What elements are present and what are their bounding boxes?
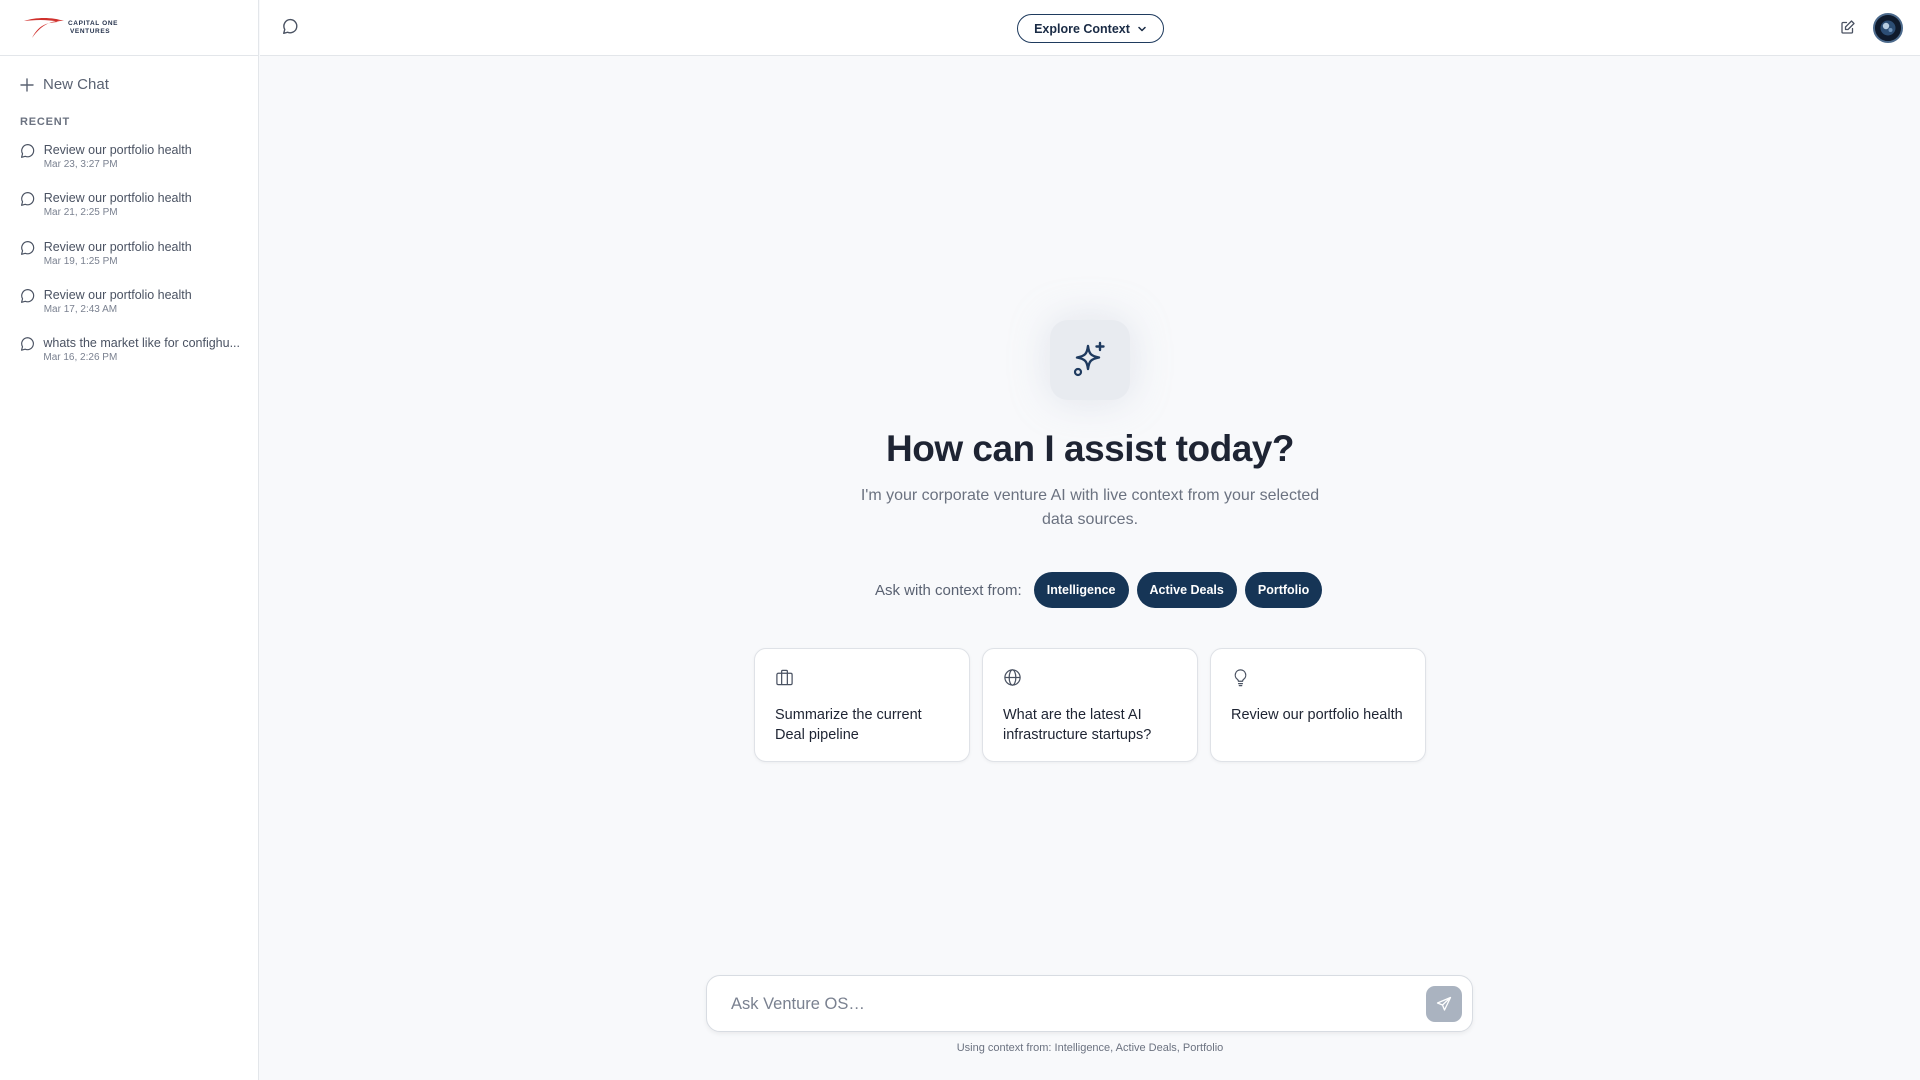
new-chat-label: New Chat: [43, 76, 109, 93]
history-item-date: Mar 17, 2:43 AM: [43, 304, 118, 315]
chevron-down-icon: [1138, 26, 1146, 31]
logo-swoosh-icon: [24, 18, 64, 38]
history-item-date: Mar 21, 2:25 PM: [43, 207, 118, 218]
top-bar: Explore Context: [260, 0, 1920, 56]
suggestion-card-portfolio-health[interactable]: Review our portfolio health: [1210, 648, 1426, 762]
context-chip-active-deals[interactable]: Active Deals: [1136, 572, 1237, 608]
sidebar-divider: [0, 55, 259, 56]
history-item-title: Review our portfolio health: [43, 143, 192, 157]
chat-bubble-icon: [20, 337, 34, 351]
explore-context-button[interactable]: Explore Context: [1017, 14, 1164, 43]
briefcase-icon: [776, 669, 793, 686]
history-item-date: Mar 23, 3:27 PM: [43, 159, 118, 170]
history-item-title: Review our portfolio health: [43, 240, 192, 254]
suggestion-text: What are the latest AI infrastructure st…: [1003, 707, 1152, 743]
explore-context-label: Explore Context: [1034, 21, 1130, 36]
sparkles-icon: [1050, 320, 1130, 400]
logo-line-2: VENTURES: [70, 28, 111, 35]
send-icon: [1436, 996, 1452, 1011]
suggestion-card-ai-startups[interactable]: What are the latest AI infrastructure st…: [982, 648, 1198, 762]
history-item-date: Mar 16, 2:26 PM: [43, 352, 118, 363]
suggestion-text: Review our portfolio health: [1231, 707, 1403, 723]
chat-composer: [706, 975, 1473, 1032]
history-item[interactable]: Review our portfolio health Mar 19, 1:25…: [20, 240, 240, 267]
suggestion-text: Summarize the current Deal pipeline: [775, 707, 922, 743]
sidebar: CAPITAL ONE VENTURES New Chat RECENT Rev…: [0, 0, 259, 1080]
history-item[interactable]: Review our portfolio health Mar 17, 2:43…: [20, 288, 240, 315]
history-item-title: whats the market like for confighu...: [43, 336, 240, 350]
context-note: Using context from: Intelligence, Active…: [956, 1042, 1224, 1054]
logo-line-1: CAPITAL ONE: [68, 20, 119, 27]
page-subtitle: I'm your corporate venture AI with live …: [860, 487, 1320, 528]
globe-icon: [1004, 669, 1021, 686]
chat-bubble-icon[interactable]: [282, 18, 299, 40]
suggestion-card-deal-pipeline[interactable]: Summarize the current Deal pipeline: [754, 648, 970, 762]
history-item-title: Review our portfolio health: [43, 288, 192, 302]
send-button[interactable]: [1426, 986, 1462, 1022]
history-item[interactable]: Review our portfolio health Mar 21, 2:25…: [20, 191, 240, 218]
edit-icon[interactable]: [1840, 19, 1856, 40]
chat-bubble-icon: [20, 144, 35, 158]
chat-bubble-icon: [20, 192, 35, 206]
context-chip-intelligence[interactable]: Intelligence: [1033, 572, 1129, 608]
history-item-title: Review our portfolio health: [43, 191, 192, 205]
page-title: How can I assist today?: [886, 428, 1294, 469]
chat-bubble-icon: [20, 241, 35, 255]
history-item[interactable]: whats the market like for confighu... Ma…: [20, 336, 240, 363]
context-label: Ask with context from:: [875, 581, 1022, 599]
plus-icon: [20, 77, 34, 92]
context-selector: Ask with context from: Intelligence Acti…: [875, 572, 1330, 608]
history-item-date: Mar 19, 1:25 PM: [43, 256, 118, 267]
logo[interactable]: CAPITAL ONE VENTURES: [22, 16, 118, 40]
avatar[interactable]: [1873, 13, 1903, 43]
new-chat-button[interactable]: New Chat: [20, 76, 109, 93]
lightbulb-icon: [1234, 669, 1247, 687]
context-chip-portfolio[interactable]: Portfolio: [1244, 572, 1323, 608]
history-item[interactable]: Review our portfolio health Mar 23, 3:27…: [20, 143, 240, 170]
chat-bubble-icon: [20, 289, 35, 303]
recent-section-label: RECENT: [20, 116, 71, 128]
chat-input[interactable]: [731, 990, 1391, 1018]
